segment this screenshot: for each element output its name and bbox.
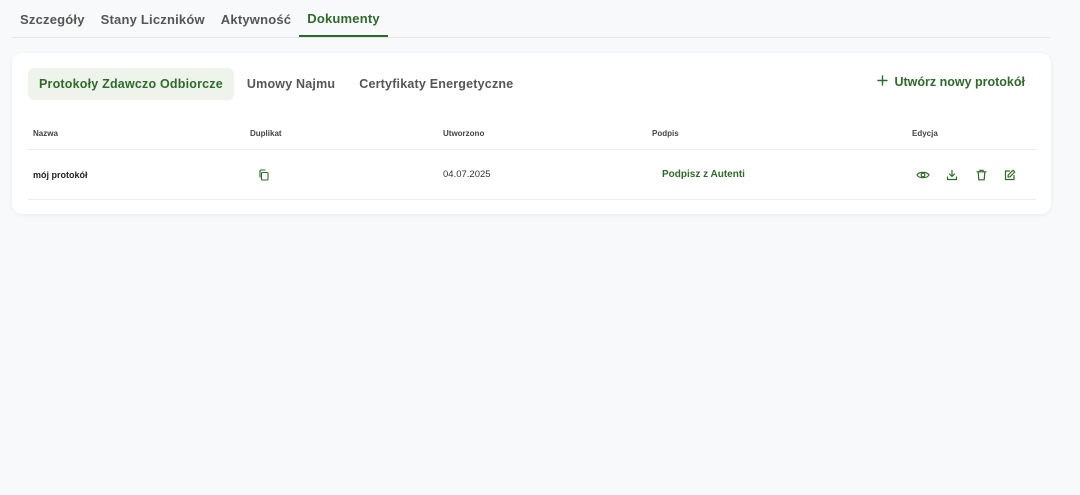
table-header: Nazwa Duplikat Utworzono Podpis Edycja [28, 117, 1036, 150]
create-protocol-button[interactable]: Utwórz nowy protokół [877, 75, 1025, 89]
header-duplicate: Duplikat [250, 128, 282, 138]
header-signature: Podpis [652, 128, 679, 138]
header-edit: Edycja [912, 128, 938, 138]
header-name: Nazwa [33, 128, 58, 138]
edit-icon[interactable] [1001, 166, 1019, 184]
copy-icon[interactable] [255, 166, 273, 184]
documents-card: Protokoły Zdawczo Odbiorcze Umowy Najmu … [12, 53, 1051, 214]
eye-icon[interactable] [914, 166, 932, 184]
document-type-tabs: Protokoły Zdawczo Odbiorcze Umowy Najmu … [28, 68, 526, 100]
trash-icon[interactable] [972, 166, 990, 184]
header-created: Utworzono [443, 128, 485, 138]
documents-table: Nazwa Duplikat Utworzono Podpis Edycja m… [28, 117, 1036, 200]
create-protocol-label: Utwórz nowy protokół [894, 75, 1025, 89]
subtab-protokoly[interactable]: Protokoły Zdawczo Odbiorcze [28, 68, 234, 100]
row-created-date: 04.07.2025 [443, 169, 491, 180]
tab-aktywnosc[interactable]: Aktywność [213, 1, 299, 37]
download-icon[interactable] [943, 166, 961, 184]
tab-stany-licznikow[interactable]: Stany Liczników [93, 1, 213, 37]
row-actions [914, 166, 1019, 184]
top-tab-bar: Szczegóły Stany Liczników Aktywność Doku… [12, 0, 1050, 38]
subtab-certyfikaty[interactable]: Certyfikaty Energetyczne [348, 68, 524, 100]
tab-dokumenty[interactable]: Dokumenty [299, 1, 388, 37]
row-name: mój protokół [33, 169, 88, 180]
table-row: mój protokół 04.07.2025 Podpisz z Autent… [28, 150, 1036, 200]
subtab-umowy-najmu[interactable]: Umowy Najmu [236, 68, 346, 100]
plus-icon [877, 75, 889, 89]
tab-szczegoly[interactable]: Szczegóły [12, 1, 93, 37]
sign-autenti-link[interactable]: Podpisz z Autenti [662, 169, 745, 180]
